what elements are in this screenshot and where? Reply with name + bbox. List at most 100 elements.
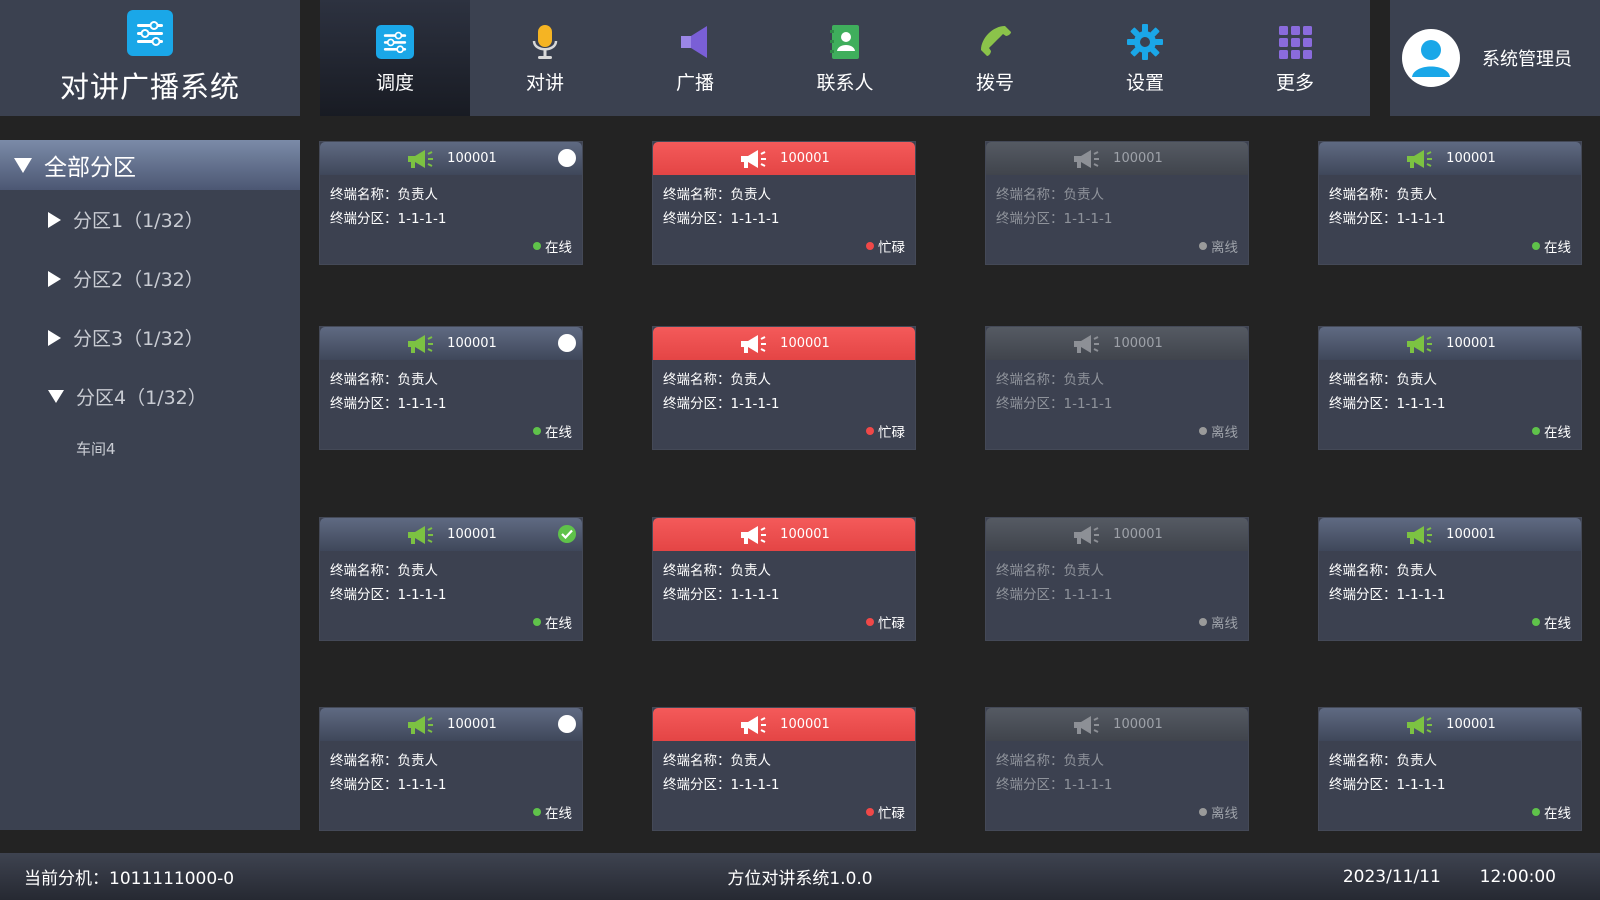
status-badge: 在线	[533, 612, 572, 632]
status-text: 离线	[1211, 425, 1238, 441]
card-header: 100001	[653, 142, 915, 175]
terminal-zone: 终端分区：1-1-1-1	[996, 396, 1113, 412]
card-header: 100001	[986, 708, 1248, 741]
terminal-card[interactable]: 100001 终端名称：负责人 终端分区：1-1-1-1 在线	[1319, 327, 1581, 449]
nav-item-grid[interactable]: 更多	[1220, 0, 1370, 116]
status-badge: 在线	[1532, 612, 1571, 632]
zone-item-3[interactable]: 分区3（1/32）	[0, 308, 300, 367]
terminal-zone: 终端分区：1-1-1-1	[330, 211, 447, 227]
nav-item-phone[interactable]: 拨号	[920, 0, 1070, 116]
terminal-card[interactable]: 100001 终端名称：负责人 终端分区：1-1-1-1 在线	[320, 142, 582, 264]
zone-label: 分区3（1/32）	[73, 328, 204, 350]
card-header: 100001	[1319, 142, 1581, 175]
terminal-id: 100001	[1113, 527, 1163, 542]
nav-label: 广播	[675, 71, 714, 94]
terminal-card[interactable]: 100001 终端名称：负责人 终端分区：1-1-1-1 在线	[1319, 518, 1581, 640]
terminal-card[interactable]: 100001 终端名称：负责人 终端分区：1-1-1-1 离线	[986, 327, 1248, 449]
status-text: 忙碌	[878, 806, 905, 822]
nav-label: 设置	[1125, 71, 1164, 94]
terminal-id: 100001	[447, 527, 497, 542]
chevron-down-icon	[14, 157, 32, 173]
status-dot-icon	[1532, 808, 1540, 816]
terminal-name: 终端名称：负责人	[663, 563, 771, 579]
terminal-card[interactable]: 100001 终端名称：负责人 终端分区：1-1-1-1 忙碌	[653, 142, 915, 264]
chevron-down-icon	[48, 390, 64, 403]
workshop-item[interactable]: 车间4	[0, 426, 300, 470]
nav-item-speaker[interactable]: 广播	[620, 0, 770, 116]
nav-item-gear[interactable]: 设置	[1070, 0, 1220, 116]
terminal-card[interactable]: 100001 终端名称：负责人 终端分区：1-1-1-1 在线	[1319, 142, 1581, 264]
megaphone-icon	[1071, 333, 1113, 355]
status-badge: 忙碌	[866, 236, 905, 256]
app-title: 对讲广播系统	[59, 70, 240, 104]
status-text: 在线	[1544, 425, 1571, 441]
sliders-icon	[375, 22, 415, 62]
megaphone-icon	[1071, 148, 1113, 170]
zone-label: 分区2（1/32）	[73, 269, 204, 291]
user-panel[interactable]: 系统管理员	[1390, 0, 1600, 116]
status-bar: 当前分机：1011111000-0 方位对讲系统1.0.0 2023/11/11…	[0, 853, 1600, 900]
nav-item-sliders[interactable]: 调度	[320, 0, 470, 116]
terminal-card[interactable]: 100001 终端名称：负责人 终端分区：1-1-1-1 离线	[986, 518, 1248, 640]
terminal-id: 100001	[447, 717, 497, 732]
card-body: 终端名称：负责人 终端分区：1-1-1-1	[653, 551, 915, 607]
card-header: 100001	[320, 708, 582, 741]
zone-item-1[interactable]: 分区1（1/32）	[0, 190, 300, 249]
all-zones-header[interactable]: 全部分区	[0, 140, 300, 190]
megaphone-icon	[738, 524, 780, 546]
avatar[interactable]	[1402, 29, 1460, 87]
status-dot-icon	[1532, 618, 1540, 626]
contacts-icon	[825, 22, 865, 62]
terminal-name: 终端名称：负责人	[663, 187, 771, 203]
select-radio[interactable]	[558, 715, 576, 733]
nav-label: 对讲	[525, 71, 564, 94]
status-dot-icon	[533, 808, 541, 816]
terminal-zone: 终端分区：1-1-1-1	[1329, 587, 1446, 603]
status-badge: 在线	[1532, 802, 1571, 822]
chevron-right-icon	[48, 270, 61, 287]
terminal-name: 终端名称：负责人	[1329, 372, 1437, 388]
terminal-card[interactable]: 100001 终端名称：负责人 终端分区：1-1-1-1 忙碌	[653, 327, 915, 449]
terminal-card[interactable]: 100001 终端名称：负责人 终端分区：1-1-1-1 忙碌	[653, 518, 915, 640]
card-body: 终端名称：负责人 终端分区：1-1-1-1	[1319, 360, 1581, 416]
terminal-zone: 终端分区：1-1-1-1	[330, 396, 447, 412]
card-header: 100001	[653, 518, 915, 551]
card-header: 100001	[986, 142, 1248, 175]
select-radio[interactable]	[558, 334, 576, 352]
terminal-card[interactable]: 100001 终端名称：负责人 终端分区：1-1-1-1 离线	[986, 708, 1248, 830]
card-body: 终端名称：负责人 终端分区：1-1-1-1	[1319, 741, 1581, 797]
terminal-card[interactable]: 100001 终端名称：负责人 终端分区：1-1-1-1 在线	[320, 327, 582, 449]
terminal-id: 100001	[780, 527, 830, 542]
select-radio[interactable]	[558, 149, 576, 167]
status-dot-icon	[866, 242, 874, 250]
nav-label: 更多	[1275, 71, 1314, 94]
terminal-zone: 终端分区：1-1-1-1	[996, 211, 1113, 227]
card-header: 100001	[320, 142, 582, 175]
card-body: 终端名称：负责人 终端分区：1-1-1-1	[986, 741, 1248, 797]
status-dot-icon	[533, 427, 541, 435]
card-body: 终端名称：负责人 终端分区：1-1-1-1	[986, 360, 1248, 416]
zone-item-4[interactable]: 分区4（1/32）	[0, 367, 300, 426]
terminal-id: 100001	[780, 151, 830, 166]
terminal-name: 终端名称：负责人	[996, 187, 1104, 203]
status-dot-icon	[1199, 242, 1207, 250]
terminal-card[interactable]: 100001 终端名称：负责人 终端分区：1-1-1-1 在线	[320, 708, 582, 830]
status-text: 在线	[1544, 806, 1571, 822]
zone-item-2[interactable]: 分区2（1/32）	[0, 249, 300, 308]
terminal-card[interactable]: 100001 终端名称：负责人 终端分区：1-1-1-1 在线	[1319, 708, 1581, 830]
megaphone-icon	[738, 714, 780, 736]
terminal-zone: 终端分区：1-1-1-1	[1329, 211, 1446, 227]
nav-item-microphone[interactable]: 对讲	[470, 0, 620, 116]
terminal-card[interactable]: 100001 终端名称：负责人 终端分区：1-1-1-1 离线	[986, 142, 1248, 264]
zone-list: 分区1（1/32） 分区2（1/32） 分区3（1/32） 分区4（1/32） 车间4	[0, 190, 300, 470]
check-icon[interactable]	[558, 525, 576, 543]
megaphone-icon	[1404, 148, 1446, 170]
status-badge: 在线	[533, 421, 572, 441]
terminal-name: 终端名称：负责人	[996, 372, 1104, 388]
terminal-card[interactable]: 100001 终端名称：负责人 终端分区：1-1-1-1 在线	[320, 518, 582, 640]
terminal-card[interactable]: 100001 终端名称：负责人 终端分区：1-1-1-1 忙碌	[653, 708, 915, 830]
date-text: 2023/11/11	[1342, 866, 1441, 887]
status-text: 忙碌	[878, 616, 905, 632]
nav-item-contacts[interactable]: 联系人	[770, 0, 920, 116]
card-body: 终端名称：负责人 终端分区：1-1-1-1	[653, 360, 915, 416]
